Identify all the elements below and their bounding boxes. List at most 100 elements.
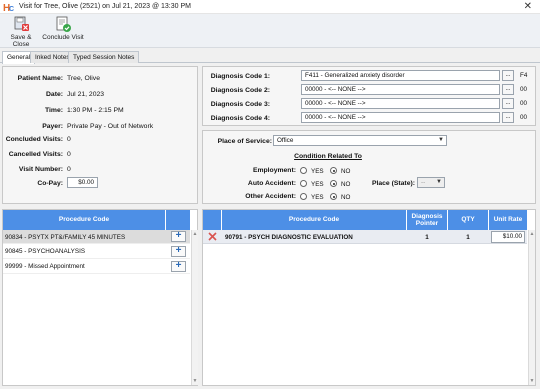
diagnosis-code-1-browse-button[interactable]: ...: [502, 70, 514, 81]
table-row[interactable]: 90791 - PSYCH DIAGNOSTIC EVALUATION 1 1 …: [203, 230, 527, 244]
other-accident-yes-radio[interactable]: [300, 193, 307, 200]
diagnosis-code-4-field[interactable]: 00000 - <-- NONE -->: [301, 112, 500, 123]
other-accident-label: Other Accident:: [245, 193, 296, 200]
auto-accident-yes-radio[interactable]: [300, 180, 307, 187]
auto-accident-label: Auto Accident:: [247, 180, 296, 187]
employment-yes-radio[interactable]: [300, 167, 307, 174]
visit-procedure-pointer[interactable]: 1: [407, 234, 447, 241]
place-state-value: --: [421, 179, 426, 186]
employment-no-label: NO: [341, 168, 351, 175]
procedure-list-scrollbar[interactable]: ▲ ▼: [191, 230, 198, 385]
condition-related-title: Condition Related To: [294, 153, 362, 160]
service-panel: Place of Service: Office ▼ Condition Rel…: [202, 130, 536, 204]
cancelled-visits-label: Cancelled Visits:: [8, 151, 63, 158]
place-state-label: Place (State):: [371, 180, 415, 187]
close-window-button[interactable]: ✕: [524, 1, 532, 13]
conclude-visit-button[interactable]: Conclude Visit: [42, 16, 84, 46]
cancelled-visits-value: 0: [67, 151, 71, 158]
diagnosis-code-2-label: Diagnosis Code 2:: [210, 87, 270, 94]
visit-procedure-qty[interactable]: 1: [448, 234, 488, 241]
employment-yes-label: YES: [311, 168, 324, 175]
procedure-item-label: 90834 - PSYTX PT&/FAMILY 45 MINUTES: [5, 234, 126, 241]
concluded-visits-value: 0: [67, 136, 71, 143]
chevron-down-icon: ▼: [438, 137, 444, 143]
tab-strip: General Inked Notes Typed Session Notes: [0, 50, 540, 64]
add-procedure-button[interactable]: +: [171, 231, 186, 242]
diagnosis-code-1-field[interactable]: F411 - Generalized anxiety disorder: [301, 70, 500, 81]
scroll-down-icon[interactable]: ▼: [192, 378, 198, 384]
procedure-list-header-action: [166, 210, 190, 230]
patient-info-panel: Patient Name: Tree, Olive Date: Jul 21, …: [2, 66, 198, 204]
scroll-up-icon[interactable]: ▲: [192, 231, 198, 237]
title-bar: H C Visit for Tree, Olive (2521) on Jul …: [0, 0, 540, 14]
svg-text:C: C: [9, 6, 14, 13]
grid-header-action: [203, 210, 221, 230]
visit-procedure-code: 90791 - PSYCH DIAGNOSTIC EVALUATION: [225, 234, 353, 241]
window-title: Visit for Tree, Olive (2521) on Jul 21, …: [19, 3, 191, 10]
visit-procedure-unit-rate[interactable]: $10.00: [491, 231, 525, 243]
payer-value: Private Pay - Out of Network: [67, 123, 154, 130]
diagnosis-code-1-pointer: F4: [520, 72, 528, 79]
app-logo-icon: H C: [3, 3, 14, 13]
other-accident-no-radio[interactable]: [330, 193, 337, 200]
delete-icon[interactable]: [208, 232, 217, 241]
procedure-item-label: 90845 - PSYCHOANALYSIS: [5, 248, 86, 255]
patient-name: Tree, Olive: [67, 75, 100, 82]
diagnosis-code-2-browse-button[interactable]: ...: [502, 84, 514, 95]
list-item[interactable]: 90834 - PSYTX PT&/FAMILY 45 MINUTES +: [3, 230, 190, 244]
procedure-list-panel: Procedure Code 90834 - PSYTX PT&/FAMILY …: [2, 209, 198, 386]
scroll-down-icon[interactable]: ▼: [529, 378, 535, 384]
diagnosis-code-4-label: Diagnosis Code 4:: [210, 115, 270, 122]
visit-procedures-panel: Procedure Code Diagnosis Pointer QTY Uni…: [202, 209, 536, 386]
other-accident-no-label: NO: [341, 194, 351, 201]
diagnosis-code-4-browse-button[interactable]: ...: [502, 112, 514, 123]
save-close-button[interactable]: Save & Close: [2, 16, 40, 48]
place-state-select[interactable]: -- ▼: [417, 177, 445, 188]
procedure-list-header: Procedure Code: [3, 210, 165, 230]
visit-grid-scrollbar[interactable]: ▲ ▼: [528, 230, 535, 385]
add-procedure-button[interactable]: +: [171, 261, 186, 272]
copay-label: Co-Pay:: [37, 180, 63, 187]
grid-header-pointer: Diagnosis Pointer: [407, 210, 447, 230]
scroll-up-icon[interactable]: ▲: [529, 231, 535, 237]
other-accident-yes-label: YES: [311, 194, 324, 201]
list-item[interactable]: 90845 - PSYCHOANALYSIS +: [3, 245, 190, 259]
tab-typed-session-notes[interactable]: Typed Session Notes: [68, 51, 140, 63]
list-item[interactable]: 99999 - Missed Appointment +: [3, 260, 190, 274]
visit-number-value: 0: [67, 166, 71, 173]
place-of-service-select[interactable]: Office ▼: [273, 135, 447, 146]
concluded-visits-label: Concluded Visits:: [5, 136, 63, 143]
auto-accident-yes-label: YES: [311, 181, 324, 188]
diagnosis-code-3-pointer: 00: [520, 100, 528, 107]
time-label: Time:: [44, 107, 63, 114]
save-close-icon: [14, 16, 29, 31]
procedure-item-label: 99999 - Missed Appointment: [5, 263, 85, 270]
diagnosis-code-4-pointer: 00: [520, 114, 528, 121]
diagnosis-code-2-pointer: 00: [520, 86, 528, 93]
diagnosis-panel: Diagnosis Code 1: F411 - Generalized anx…: [202, 66, 536, 126]
grid-header-procedure: Procedure Code: [222, 210, 406, 230]
employment-label: Employment:: [252, 167, 296, 174]
auto-accident-no-label: NO: [341, 181, 351, 188]
diagnosis-code-3-field[interactable]: 00000 - <-- NONE -->: [301, 98, 500, 109]
diagnosis-code-3-browse-button[interactable]: ...: [502, 98, 514, 109]
employment-no-radio[interactable]: [330, 167, 337, 174]
visit-time: 1:30 PM - 2:15 PM: [67, 107, 124, 114]
add-procedure-button[interactable]: +: [171, 246, 186, 257]
diagnosis-code-1-label: Diagnosis Code 1:: [210, 73, 270, 80]
toolbar: Save & Close Conclude Visit: [0, 14, 540, 48]
payer-label: Payer:: [42, 123, 63, 130]
place-of-service-value: Office: [277, 137, 294, 144]
diagnosis-code-2-field[interactable]: 00000 - <-- NONE -->: [301, 84, 500, 95]
visit-date: Jul 21, 2023: [67, 91, 105, 98]
save-close-label: Save & Close: [10, 34, 32, 48]
copay-input[interactable]: $0.00: [67, 177, 98, 188]
patient-name-label: Patient Name:: [17, 75, 63, 82]
chevron-down-icon: ▼: [436, 179, 442, 185]
auto-accident-no-radio[interactable]: [330, 180, 337, 187]
grid-header-unit-rate: Unit Rate: [489, 210, 527, 230]
visit-number-label: Visit Number:: [18, 166, 63, 173]
conclude-visit-label: Conclude Visit: [42, 34, 84, 41]
diagnosis-code-3-label: Diagnosis Code 3:: [210, 101, 270, 108]
place-of-service-label: Place of Service:: [217, 138, 272, 145]
